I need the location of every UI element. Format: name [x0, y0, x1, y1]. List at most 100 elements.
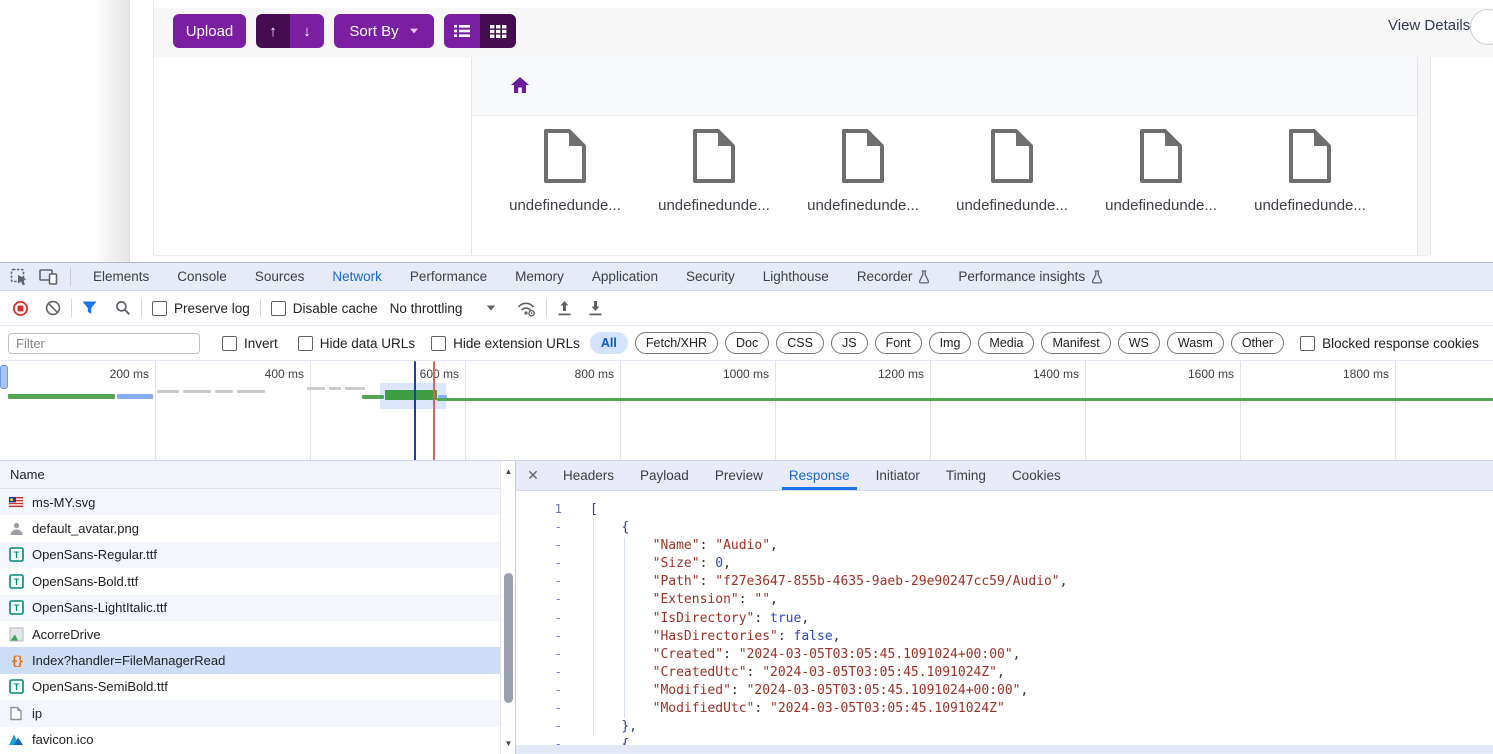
- details-tab-cookies[interactable]: Cookies: [999, 461, 1074, 490]
- sort-ascending-button[interactable]: ↑: [256, 14, 290, 48]
- scroll-up-icon[interactable]: ▲: [501, 467, 516, 476]
- filter-chip-media[interactable]: Media: [978, 332, 1034, 354]
- overview-handle[interactable]: [0, 365, 8, 389]
- response-body[interactable]: 1------------- [ { "Name": "Audio", "Siz…: [516, 491, 1493, 754]
- upload-button[interactable]: Upload: [173, 14, 246, 48]
- network-conditions-button[interactable]: [516, 300, 536, 317]
- home-icon[interactable]: [511, 77, 529, 99]
- devtools-tab-security[interactable]: Security: [672, 263, 749, 290]
- filter-chip-js[interactable]: JS: [831, 332, 868, 354]
- devtools-tab-application[interactable]: Application: [578, 263, 672, 290]
- devtools-tab-network[interactable]: Network: [318, 263, 396, 290]
- request-details-panel: ✕ HeadersPayloadPreviewResponseInitiator…: [516, 461, 1493, 754]
- view-details-link[interactable]: View Details: [1388, 17, 1470, 34]
- devtools-tab-recorder[interactable]: Recorder: [843, 263, 945, 290]
- request-list-scrollbar[interactable]: ▲ ▼: [500, 461, 515, 754]
- sort-by-dropdown[interactable]: Sort By: [334, 14, 434, 48]
- network-overview-timeline[interactable]: 200 ms400 ms600 ms800 ms1000 ms1200 ms14…: [0, 361, 1493, 461]
- invert-filter-checkbox[interactable]: Invert: [222, 336, 278, 351]
- network-request-row[interactable]: favicon.ico: [0, 727, 500, 753]
- checkbox-icon: [271, 301, 286, 316]
- filter-chip-wasm[interactable]: Wasm: [1167, 332, 1224, 354]
- file-label: undefinedunde...: [640, 197, 788, 214]
- flask-icon: [1091, 270, 1103, 284]
- record-network-log-button[interactable]: [12, 300, 29, 317]
- search-network-button[interactable]: [115, 300, 131, 316]
- blocked-response-cookies-checkbox[interactable]: Blocked response cookies: [1300, 336, 1479, 351]
- throttling-dropdown[interactable]: No throttling: [390, 301, 497, 316]
- filter-chip-doc[interactable]: Doc: [725, 332, 769, 354]
- filter-chip-fetch-xhr[interactable]: Fetch/XHR: [635, 332, 718, 354]
- devtools-tab-performance[interactable]: Performance: [396, 263, 501, 290]
- devtools-tab-sources[interactable]: Sources: [241, 263, 319, 290]
- hide-extension-urls-label: Hide extension URLs: [453, 336, 580, 351]
- svg-text:T: T: [13, 603, 19, 614]
- file-tile[interactable]: undefinedunde...: [938, 128, 1086, 214]
- hide-data-urls-checkbox[interactable]: Hide data URLs: [298, 336, 415, 351]
- filter-chip-img[interactable]: Img: [929, 332, 972, 354]
- filter-chip-other[interactable]: Other: [1231, 332, 1284, 354]
- list-view-button[interactable]: [444, 14, 480, 48]
- filter-toggle-button[interactable]: [82, 301, 97, 315]
- network-request-row[interactable]: TOpenSans-Regular.ttf: [0, 542, 500, 568]
- details-tab-preview[interactable]: Preview: [702, 461, 776, 490]
- close-icon[interactable]: ✕: [516, 467, 550, 484]
- details-tab-timing[interactable]: Timing: [933, 461, 999, 490]
- file-label: undefinedunde...: [1087, 197, 1235, 214]
- waterfall-bar-green: [8, 394, 115, 399]
- preserve-log-checkbox[interactable]: Preserve log: [152, 301, 250, 316]
- devtools-tab-elements[interactable]: Elements: [79, 263, 163, 290]
- filter-chip-font[interactable]: Font: [875, 332, 922, 354]
- toolbar-divider: [70, 268, 71, 286]
- filter-chip-all[interactable]: All: [590, 332, 628, 354]
- grid-view-button[interactable]: [480, 14, 516, 48]
- file-panel-scrollbar[interactable]: [1417, 57, 1431, 255]
- line-number: -: [516, 519, 562, 537]
- file-tile[interactable]: undefinedunde...: [789, 128, 937, 214]
- file-tile[interactable]: undefinedunde...: [1087, 128, 1235, 214]
- network-request-row[interactable]: default_avatar.png: [0, 515, 500, 541]
- scrollbar-thumb[interactable]: [504, 573, 513, 703]
- filter-chip-css[interactable]: CSS: [776, 332, 824, 354]
- file-tile[interactable]: undefinedunde...: [491, 128, 639, 214]
- network-request-row[interactable]: TOpenSans-Bold.ttf: [0, 568, 500, 594]
- details-tab-response[interactable]: Response: [776, 461, 863, 490]
- filter-input[interactable]: [8, 333, 200, 354]
- export-har-button[interactable]: [588, 300, 603, 317]
- details-tab-initiator[interactable]: Initiator: [863, 461, 933, 490]
- network-request-row[interactable]: AcorreDrive: [0, 621, 500, 647]
- search-icon: [115, 300, 131, 316]
- record-stop-icon: [12, 300, 29, 317]
- response-json: [ { "Name": "Audio", "Size": 0, "Path": …: [590, 501, 1067, 754]
- filter-chip-manifest[interactable]: Manifest: [1041, 332, 1110, 354]
- clear-network-log-button[interactable]: [45, 300, 61, 316]
- network-request-row[interactable]: ms-MY.svg: [0, 489, 500, 515]
- filter-chip-ws[interactable]: WS: [1118, 332, 1160, 354]
- network-request-row[interactable]: {}Index?handler=FileManagerRead: [0, 647, 500, 673]
- details-tab-headers[interactable]: Headers: [550, 461, 627, 490]
- disable-cache-checkbox[interactable]: Disable cache: [271, 301, 378, 316]
- devtools-tab-performance-insights[interactable]: Performance insights: [944, 263, 1117, 290]
- devtools-tab-lighthouse[interactable]: Lighthouse: [749, 263, 843, 290]
- file-tile[interactable]: undefinedunde...: [1236, 128, 1384, 214]
- sort-descending-button[interactable]: ↓: [290, 14, 324, 48]
- devtools-tab-memory[interactable]: Memory: [501, 263, 578, 290]
- import-har-button[interactable]: [557, 300, 572, 317]
- tab-label: Security: [686, 269, 735, 284]
- code-line: "CreatedUtc": "2024-03-05T03:05:45.10910…: [590, 664, 1067, 682]
- scroll-down-icon[interactable]: ▼: [501, 739, 516, 748]
- devtools-tab-console[interactable]: Console: [163, 263, 241, 290]
- request-table-header[interactable]: Name: [0, 461, 500, 489]
- network-request-row[interactable]: TOpenSans-SemiBold.ttf: [0, 674, 500, 700]
- device-toolbar-icon[interactable]: [39, 268, 58, 285]
- file-tile[interactable]: undefinedunde...: [640, 128, 788, 214]
- details-tab-payload[interactable]: Payload: [627, 461, 702, 490]
- hide-extension-urls-checkbox[interactable]: Hide extension URLs: [431, 336, 580, 351]
- network-filterbar: Invert Hide data URLs Hide extension URL…: [0, 326, 1493, 361]
- line-number: -: [516, 646, 562, 664]
- collapse-circle-button[interactable]: [1470, 9, 1493, 45]
- inspect-element-icon[interactable]: [10, 268, 29, 286]
- network-request-row[interactable]: ip: [0, 700, 500, 726]
- network-request-row[interactable]: TOpenSans-LightItalic.ttf: [0, 595, 500, 621]
- name-column-header: Name: [10, 467, 45, 482]
